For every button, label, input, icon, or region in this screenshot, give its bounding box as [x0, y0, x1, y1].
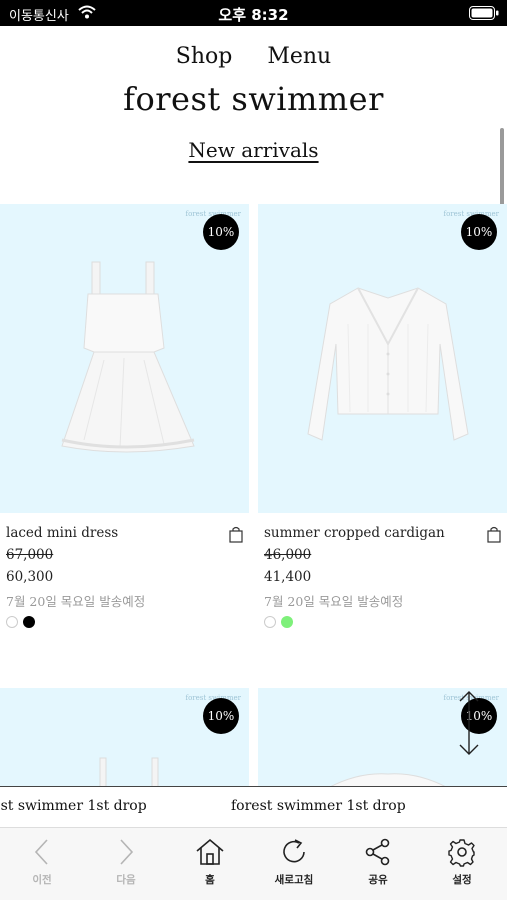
product-card[interactable]: forest swimmer 10% laced mini dress 67,0…: [0, 204, 249, 634]
forward-label: 다음: [116, 874, 136, 886]
dress-image: [61, 261, 195, 453]
settings-button[interactable]: 설정: [420, 828, 504, 900]
share-icon: [365, 838, 390, 866]
gear-icon: [448, 839, 475, 867]
forward-button[interactable]: 다음: [84, 828, 168, 900]
original-price: 46,000: [264, 547, 312, 563]
brand-title[interactable]: forest swimmer: [0, 80, 507, 118]
discount-badge: 10%: [203, 214, 239, 250]
top-nav: Shop Menu: [0, 44, 507, 69]
nav-shop-link[interactable]: Shop: [176, 44, 233, 69]
refresh-button[interactable]: 새로고침: [252, 828, 336, 900]
cardigan-image: [307, 287, 469, 441]
product-image[interactable]: forest swimmer 10%: [258, 204, 507, 513]
color-swatches: [264, 616, 298, 630]
shipping-date: 7월 20일 목요일 발송예정: [6, 594, 146, 609]
home-icon: [196, 838, 224, 865]
product-card[interactable]: forest swimmer 10% summer cropped cardig…: [258, 204, 507, 634]
share-label: 공유: [368, 874, 388, 886]
status-time: 오후 8:32: [218, 6, 289, 24]
discount-badge: 10%: [203, 698, 239, 734]
product-name[interactable]: summer cropped cardigan: [264, 525, 445, 541]
sale-price: 60,300: [6, 569, 54, 585]
settings-label: 설정: [452, 874, 472, 886]
swatch-green[interactable]: [281, 616, 293, 628]
new-arrivals-link[interactable]: New arrivals: [188, 138, 318, 162]
shipping-date: 7월 20일 목요일 발송예정: [264, 594, 404, 609]
chevron-right-icon: [120, 839, 134, 865]
drop-marquee-item: forest swimmer 1st drop: [0, 798, 147, 814]
refresh-label: 새로고침: [274, 874, 314, 886]
swatch-black[interactable]: [23, 616, 35, 628]
swatch-white[interactable]: [264, 616, 276, 628]
shopping-bag-icon[interactable]: [487, 526, 501, 543]
product-image[interactable]: forest swimmer 10%: [0, 204, 249, 513]
home-button[interactable]: 홈: [168, 828, 252, 900]
nav-menu-link[interactable]: Menu: [267, 44, 331, 69]
section-title: New arrivals: [0, 138, 507, 162]
drop-marquee-bar[interactable]: forest swimmer 1st drop forest swimmer 1…: [0, 786, 507, 828]
dress-image: [99, 757, 159, 788]
color-swatches: [6, 616, 40, 630]
refresh-icon: [283, 839, 305, 863]
discount-badge: 10%: [461, 214, 497, 250]
chevron-left-icon: [34, 839, 48, 865]
product-card[interactable]: forest swimmer 10%: [0, 688, 249, 788]
drop-marquee-item: forest swimmer 1st drop: [231, 798, 406, 814]
cardigan-image: [327, 773, 449, 788]
shopping-bag-icon[interactable]: [229, 526, 243, 543]
home-label: 홈: [205, 874, 215, 886]
product-name[interactable]: laced mini dress: [6, 525, 118, 541]
back-label: 이전: [32, 874, 52, 886]
product-image[interactable]: forest swimmer 10%: [0, 688, 249, 788]
bottom-toolbar: 이전 다음 홈 새로고침 공유 설정: [0, 828, 507, 900]
swatch-white[interactable]: [6, 616, 18, 628]
back-button[interactable]: 이전: [0, 828, 84, 900]
battery-icon: [469, 6, 499, 20]
share-button[interactable]: 공유: [336, 828, 420, 900]
status-bar: 이동통신사 오후 8:32: [0, 0, 507, 26]
scroll-arrows-icon[interactable]: [456, 690, 482, 756]
original-price: 67,000: [6, 547, 54, 563]
sale-price: 41,400: [264, 569, 312, 585]
